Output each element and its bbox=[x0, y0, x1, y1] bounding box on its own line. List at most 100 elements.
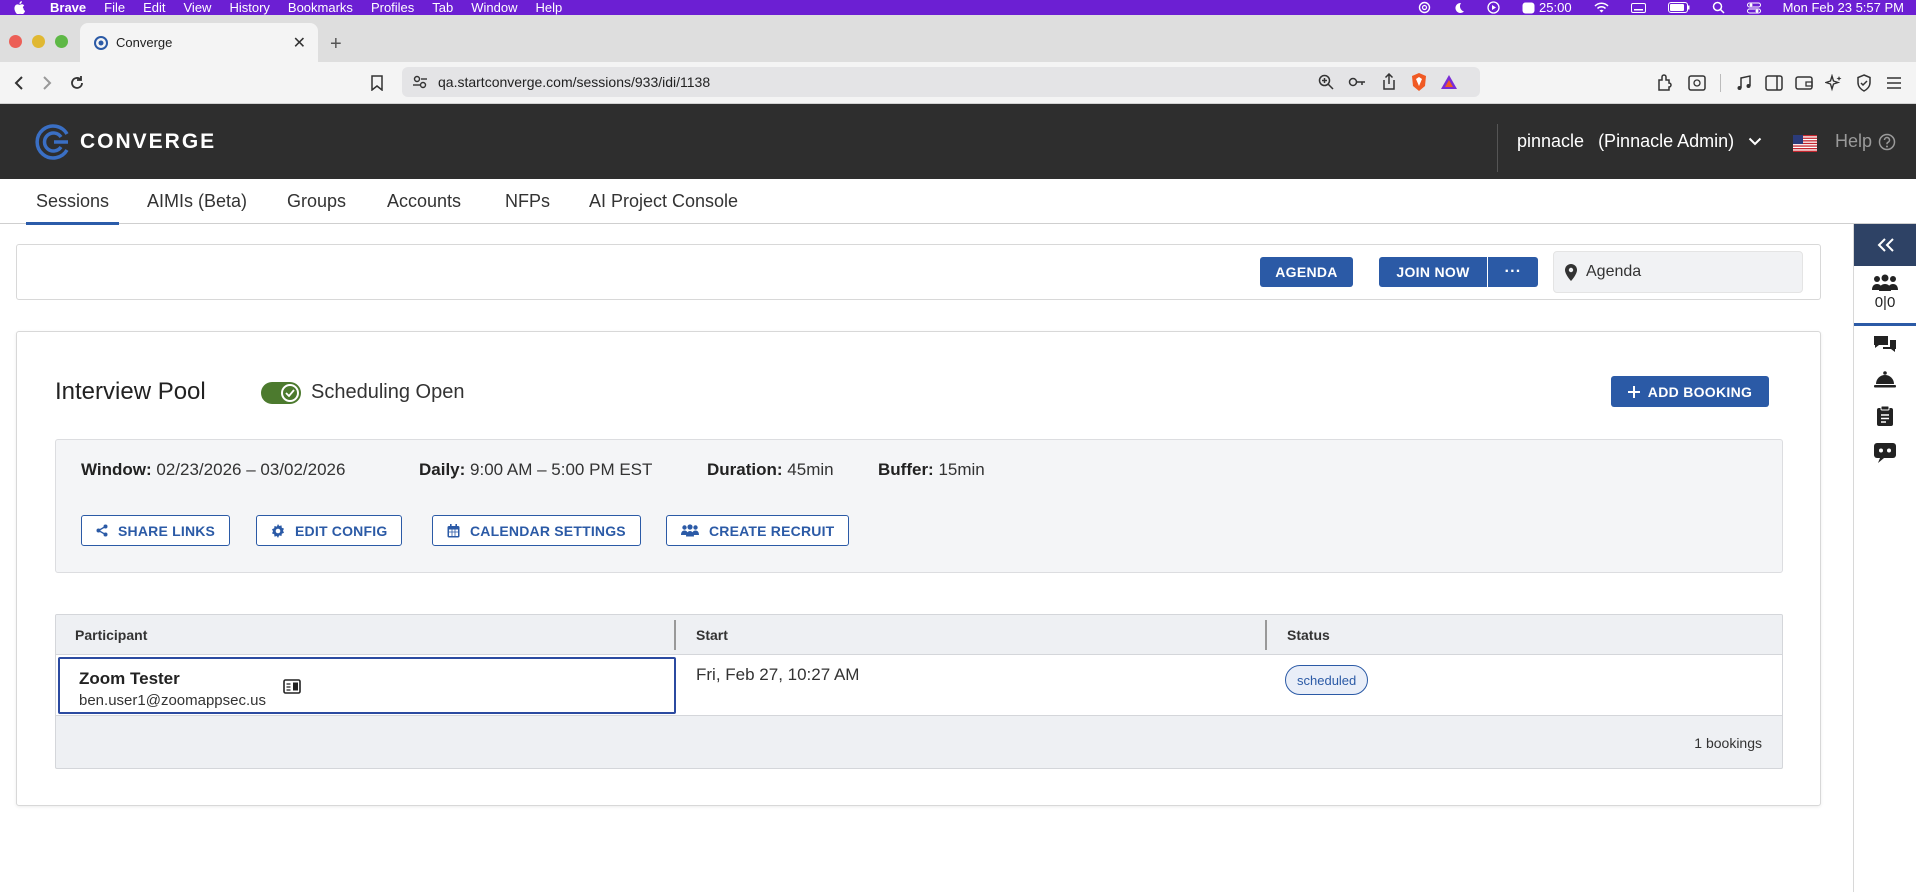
help-label: Help bbox=[1835, 131, 1873, 151]
status-badge: scheduled bbox=[1285, 665, 1369, 695]
menu-profiles[interactable]: Profiles bbox=[371, 0, 414, 15]
menu-view[interactable]: View bbox=[184, 0, 212, 15]
control-center-icon[interactable] bbox=[1746, 2, 1761, 14]
vpn-shield-icon[interactable] bbox=[1853, 72, 1875, 94]
tab-groups[interactable]: Groups bbox=[287, 191, 346, 212]
chat-rail-button[interactable] bbox=[1868, 334, 1902, 354]
participant-name: Zoom Tester bbox=[79, 669, 180, 688]
menu-edit[interactable]: Edit bbox=[143, 0, 165, 15]
menu-app-name[interactable]: Brave bbox=[50, 0, 86, 15]
participant-cell[interactable]: Zoom Tester ben.user1@zoomappsec.us bbox=[58, 657, 676, 714]
create-recruit-button[interactable]: CREATE RECRUIT bbox=[666, 515, 850, 546]
tab-sessions[interactable]: Sessions bbox=[25, 191, 120, 225]
scheduling-toggle[interactable] bbox=[261, 382, 301, 404]
converge-logo-icon bbox=[34, 122, 74, 162]
battery-icon[interactable] bbox=[1667, 2, 1690, 13]
location-value: Agenda bbox=[1586, 263, 1642, 280]
reader-mode-icon[interactable] bbox=[1686, 72, 1708, 94]
sidebar-toggle-icon[interactable] bbox=[1763, 72, 1785, 94]
hamburger-menu-icon[interactable] bbox=[1883, 72, 1905, 94]
user-menu[interactable]: pinnacle (Pinnacle Admin) bbox=[1517, 131, 1762, 152]
password-key-icon[interactable] bbox=[1348, 75, 1366, 94]
apple-icon[interactable] bbox=[14, 1, 36, 14]
edit-config-button[interactable]: EDIT CONFIG bbox=[256, 515, 403, 546]
menu-history[interactable]: History bbox=[229, 0, 269, 15]
add-booking-button[interactable]: ADD BOOKING bbox=[1611, 376, 1769, 407]
new-tab-icon[interactable]: + bbox=[330, 33, 342, 56]
tab-ai-project-console[interactable]: AI Project Console bbox=[589, 191, 738, 212]
menubar-datetime[interactable]: Mon Feb 23 5:57 PM bbox=[1783, 0, 1904, 15]
share-links-button[interactable]: SHARE LINKS bbox=[81, 515, 231, 546]
column-header-status[interactable]: Status bbox=[1287, 627, 1330, 643]
participants-group-icon bbox=[1872, 274, 1898, 292]
user-role: (Pinnacle Admin) bbox=[1598, 131, 1735, 151]
plus-icon bbox=[1627, 385, 1640, 398]
menu-file[interactable]: File bbox=[104, 0, 125, 15]
ai-assistant-rail-button[interactable] bbox=[1868, 442, 1902, 464]
tab-aimis[interactable]: AIMIs (Beta) bbox=[147, 191, 247, 212]
more-options-button[interactable]: ··· bbox=[1488, 257, 1538, 287]
menu-window[interactable]: Window bbox=[471, 0, 517, 15]
pool-title: Interview Pool bbox=[55, 378, 206, 405]
window-minimize-button[interactable] bbox=[32, 35, 45, 48]
menu-tab[interactable]: Tab bbox=[432, 0, 453, 15]
menu-help[interactable]: Help bbox=[536, 0, 563, 15]
calendar-settings-button[interactable]: CALENDAR SETTINGS bbox=[432, 515, 641, 546]
window-zoom-button[interactable] bbox=[55, 35, 68, 48]
app-header: CONVERGE pinnacle (Pinnacle Admin) Help bbox=[0, 104, 1916, 179]
browser-tab[interactable]: Converge ✕ bbox=[80, 23, 318, 62]
forward-icon[interactable] bbox=[36, 72, 58, 94]
reload-icon[interactable] bbox=[66, 72, 88, 94]
menu-bookmarks[interactable]: Bookmarks bbox=[288, 0, 353, 15]
table-row[interactable]: Zoom Tester ben.user1@zoomappsec.us Fri,… bbox=[56, 655, 1782, 716]
converge-logo[interactable]: CONVERGE bbox=[34, 122, 216, 162]
keyboard-icon[interactable] bbox=[1630, 2, 1646, 13]
bookmark-icon[interactable] bbox=[366, 72, 388, 94]
collapse-rail-button[interactable] bbox=[1854, 224, 1916, 266]
browser-tab-title: Converge bbox=[116, 35, 173, 50]
concierge-rail-button[interactable] bbox=[1868, 370, 1902, 388]
url-text: qa.startconverge.com/sessions/933/idi/11… bbox=[438, 74, 711, 90]
share-icon[interactable] bbox=[1382, 72, 1396, 95]
daily-label: Daily: bbox=[419, 460, 466, 479]
play-circle-icon[interactable] bbox=[1487, 1, 1500, 14]
participants-counter[interactable]: 0|0 bbox=[1868, 274, 1902, 311]
leo-ai-icon[interactable] bbox=[1823, 72, 1845, 94]
brave-shields-icon[interactable] bbox=[1410, 72, 1428, 97]
zoom-icon[interactable] bbox=[1318, 74, 1334, 95]
column-header-start[interactable]: Start bbox=[696, 627, 728, 643]
brave-rewards-icon[interactable] bbox=[1440, 74, 1458, 95]
column-resize-handle[interactable] bbox=[674, 620, 676, 650]
column-resize-handle[interactable] bbox=[1265, 620, 1267, 650]
notes-rail-button[interactable] bbox=[1868, 406, 1902, 426]
openai-icon[interactable] bbox=[1418, 1, 1431, 14]
media-icon[interactable] bbox=[1733, 72, 1755, 94]
site-settings-icon[interactable] bbox=[412, 74, 428, 95]
scheduling-status-label: Scheduling Open bbox=[311, 381, 465, 403]
header-divider bbox=[1497, 124, 1498, 172]
join-now-button[interactable]: JOIN NOW bbox=[1379, 257, 1487, 287]
back-icon[interactable] bbox=[8, 72, 30, 94]
wallet-icon[interactable] bbox=[1793, 72, 1815, 94]
timer-widget[interactable]: 25:00 bbox=[1522, 0, 1572, 15]
converge-logo-text: CONVERGE bbox=[80, 130, 217, 153]
tab-nfps[interactable]: NFPs bbox=[505, 191, 550, 212]
extensions-icon[interactable] bbox=[1654, 72, 1676, 94]
location-select[interactable]: Agenda bbox=[1553, 251, 1803, 293]
id-card-icon[interactable] bbox=[283, 679, 301, 699]
close-tab-icon[interactable]: ✕ bbox=[293, 33, 306, 53]
address-bar[interactable]: qa.startconverge.com/sessions/933/idi/11… bbox=[402, 67, 1480, 97]
help-link[interactable]: Help bbox=[1835, 131, 1896, 152]
user-name: pinnacle bbox=[1517, 131, 1585, 151]
spotlight-search-icon[interactable] bbox=[1712, 1, 1725, 14]
window-label: Window: bbox=[81, 460, 152, 479]
wifi-icon[interactable] bbox=[1594, 2, 1609, 13]
browser-toolbar: qa.startconverge.com/sessions/933/idi/11… bbox=[0, 62, 1916, 104]
daily-info: Daily: 9:00 AM – 5:00 PM EST bbox=[419, 460, 652, 480]
tab-accounts[interactable]: Accounts bbox=[387, 191, 461, 212]
window-close-button[interactable] bbox=[9, 35, 22, 48]
agenda-button[interactable]: AGENDA bbox=[1260, 257, 1353, 287]
moon-icon[interactable] bbox=[1453, 2, 1465, 14]
us-flag-icon[interactable] bbox=[1793, 135, 1817, 152]
column-header-participant[interactable]: Participant bbox=[75, 627, 147, 643]
